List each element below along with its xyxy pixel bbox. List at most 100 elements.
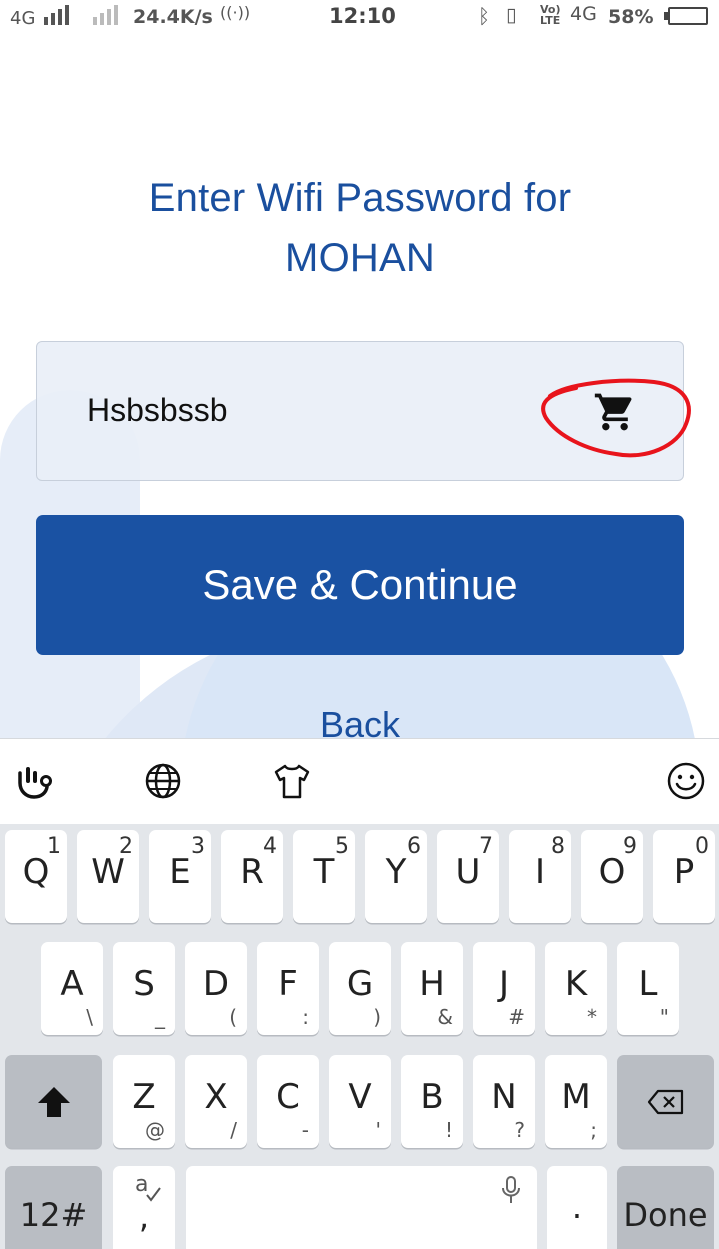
numbers-key-label: 12# bbox=[19, 1196, 88, 1234]
key-v[interactable]: V ' bbox=[329, 1055, 391, 1148]
key-label: H bbox=[419, 964, 445, 1004]
theme-shirt-icon[interactable] bbox=[270, 759, 314, 803]
shift-arrow-icon bbox=[38, 1087, 70, 1117]
space-key[interactable] bbox=[186, 1166, 537, 1249]
key-number-hint: 5 bbox=[335, 834, 349, 859]
password-input-value: Hsbsbssb bbox=[87, 392, 228, 428]
hotspot-icon: ((·)) bbox=[220, 3, 251, 22]
key-number-hint: 0 bbox=[695, 834, 709, 859]
key-f[interactable]: F: bbox=[257, 942, 319, 1035]
key-p[interactable]: P0 bbox=[653, 830, 715, 923]
key-z[interactable]: Z @ bbox=[113, 1055, 175, 1148]
network-type: 4G bbox=[10, 8, 36, 29]
numbers-key[interactable]: 12# bbox=[5, 1166, 102, 1249]
key-q[interactable]: Q1 bbox=[5, 830, 67, 923]
key-i[interactable]: I8 bbox=[509, 830, 571, 923]
key-x[interactable]: X / bbox=[185, 1055, 247, 1148]
network-speed: 24.4K/s bbox=[133, 6, 213, 28]
battery-percent: 58% bbox=[608, 6, 654, 28]
key-o[interactable]: O9 bbox=[581, 830, 643, 923]
key-symbol-hint: " bbox=[659, 1005, 669, 1029]
key-symbol-hint: & bbox=[437, 1005, 453, 1029]
key-n[interactable]: N? bbox=[473, 1055, 535, 1148]
key-k[interactable]: K * bbox=[545, 942, 607, 1035]
key-number-hint: 3 bbox=[191, 834, 205, 859]
key-t[interactable]: T5 bbox=[293, 830, 355, 923]
clock: 12:10 bbox=[329, 4, 396, 28]
save-continue-button[interactable]: Save & Continue bbox=[36, 515, 684, 655]
key-label: M bbox=[561, 1077, 591, 1117]
key-number-hint: 8 bbox=[551, 834, 565, 859]
key-number-hint: 2 bbox=[119, 834, 133, 859]
key-label: V bbox=[348, 1077, 372, 1117]
key-c[interactable]: C- bbox=[257, 1055, 319, 1148]
key-symbol-hint: ( bbox=[229, 1005, 237, 1029]
key-h[interactable]: H & bbox=[401, 942, 463, 1035]
key-m[interactable]: M; bbox=[545, 1055, 607, 1148]
key-symbol-hint: @ bbox=[145, 1118, 165, 1142]
key-u[interactable]: U7 bbox=[437, 830, 499, 923]
keyboard-toolbar bbox=[0, 738, 719, 824]
key-label: A bbox=[60, 964, 84, 1004]
done-key[interactable]: Done bbox=[617, 1166, 714, 1249]
network-name: MOHAN bbox=[285, 236, 435, 280]
battery-icon bbox=[664, 7, 708, 25]
volte-icon: Vo) LTE bbox=[540, 3, 561, 27]
microphone-icon[interactable] bbox=[501, 1176, 521, 1204]
key-symbol-hint: ! bbox=[444, 1118, 453, 1142]
key-symbol-hint: ; bbox=[590, 1118, 597, 1142]
key-label: G bbox=[346, 964, 374, 1004]
page-title: Enter Wifi Password for MOHAN bbox=[60, 168, 660, 288]
keyboard-logo-icon[interactable] bbox=[12, 759, 56, 803]
svg-text:a: a bbox=[135, 1172, 148, 1197]
key-number-hint: 9 bbox=[623, 834, 637, 859]
done-label: Done bbox=[623, 1196, 708, 1234]
key-b[interactable]: B! bbox=[401, 1055, 463, 1148]
key-label: J bbox=[498, 964, 510, 1004]
key-s[interactable]: S _ bbox=[113, 942, 175, 1035]
key-label: C bbox=[276, 1077, 300, 1117]
key-l[interactable]: L " bbox=[617, 942, 679, 1035]
key-symbol-hint: # bbox=[508, 1005, 525, 1029]
key-j[interactable]: J # bbox=[473, 942, 535, 1035]
key-symbol-hint: - bbox=[301, 1118, 309, 1142]
4g-data-icon: 4G bbox=[570, 3, 597, 25]
key-symbol-hint: ' bbox=[375, 1118, 382, 1142]
vibrate-icon: ▯ bbox=[506, 4, 517, 26]
key-e[interactable]: E3 bbox=[149, 830, 211, 923]
title-line-1: Enter Wifi Password for bbox=[148, 176, 572, 220]
comma-key[interactable]: a , bbox=[113, 1166, 175, 1249]
globe-icon[interactable] bbox=[141, 759, 185, 803]
key-symbol-hint: ) bbox=[373, 1005, 381, 1029]
period-label: . bbox=[571, 1188, 583, 1226]
key-label: F bbox=[278, 964, 298, 1004]
shift-key[interactable] bbox=[5, 1055, 102, 1148]
key-r[interactable]: R4 bbox=[221, 830, 283, 923]
key-a[interactable]: A \ bbox=[41, 942, 103, 1035]
key-label: D bbox=[202, 964, 230, 1004]
status-bar: 4G 24.4K/s ((·)) 12:10 ᛒ ▯ Vo) LTE 4G 58% bbox=[0, 0, 719, 34]
key-label: B bbox=[420, 1077, 444, 1117]
key-symbol-hint: _ bbox=[155, 1005, 165, 1029]
key-symbol-hint: : bbox=[302, 1005, 309, 1029]
bluetooth-icon: ᛒ bbox=[478, 4, 490, 28]
key-g[interactable]: G) bbox=[329, 942, 391, 1035]
key-number-hint: 4 bbox=[263, 834, 277, 859]
comma-label: , bbox=[138, 1198, 150, 1236]
key-number-hint: 7 bbox=[479, 834, 493, 859]
period-key[interactable]: . bbox=[547, 1166, 607, 1249]
key-label: N bbox=[491, 1077, 517, 1117]
key-d[interactable]: D( bbox=[185, 942, 247, 1035]
keyboard: Q1W2E3R4T5Y6U7I8O9P0 A \ S _ D(F: G) H & J # K * L " … bbox=[0, 738, 719, 1249]
key-number-hint: 6 bbox=[407, 834, 421, 859]
key-y[interactable]: Y6 bbox=[365, 830, 427, 923]
backspace-key[interactable] bbox=[617, 1055, 714, 1148]
key-symbol-hint: * bbox=[587, 1005, 597, 1029]
key-label: K bbox=[564, 964, 588, 1004]
key-number-hint: 1 bbox=[47, 834, 61, 859]
back-link[interactable]: Back bbox=[260, 702, 460, 739]
key-label: L bbox=[638, 964, 658, 1004]
key-w[interactable]: W2 bbox=[77, 830, 139, 923]
backspace-icon bbox=[647, 1089, 684, 1115]
emoji-icon[interactable] bbox=[664, 759, 708, 803]
